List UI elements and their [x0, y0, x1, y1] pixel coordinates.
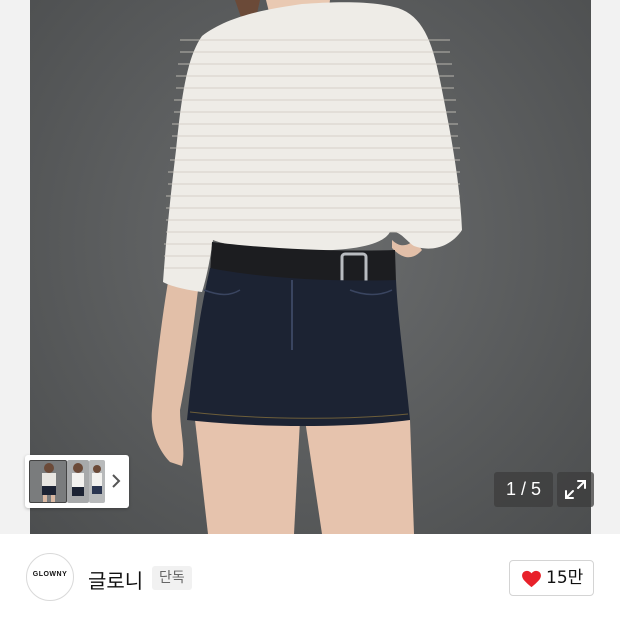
product-photo[interactable] [30, 0, 591, 534]
image-counter: 1 / 5 [494, 472, 553, 507]
thumbnail-1[interactable] [29, 460, 67, 503]
thumbnail-2[interactable] [67, 460, 89, 503]
model-illustration [151, 0, 462, 534]
heart-icon [521, 570, 542, 592]
brand-logo[interactable]: GLOWNY [26, 553, 74, 601]
like-count: 15만 [546, 568, 584, 588]
thumbnail-strip[interactable] [25, 455, 129, 508]
like-button[interactable]: 15만 [509, 560, 594, 596]
expand-icon[interactable] [557, 472, 594, 507]
product-image-gallery[interactable]: 1 / 5 [0, 0, 620, 534]
brand-name[interactable]: 글로니 [88, 565, 143, 594]
chevron-right-icon[interactable] [109, 470, 123, 492]
brand-logo-text: GLOWNY [32, 571, 68, 578]
thumbnail-3[interactable] [89, 460, 105, 503]
exclusive-badge: 단독 [152, 566, 192, 590]
